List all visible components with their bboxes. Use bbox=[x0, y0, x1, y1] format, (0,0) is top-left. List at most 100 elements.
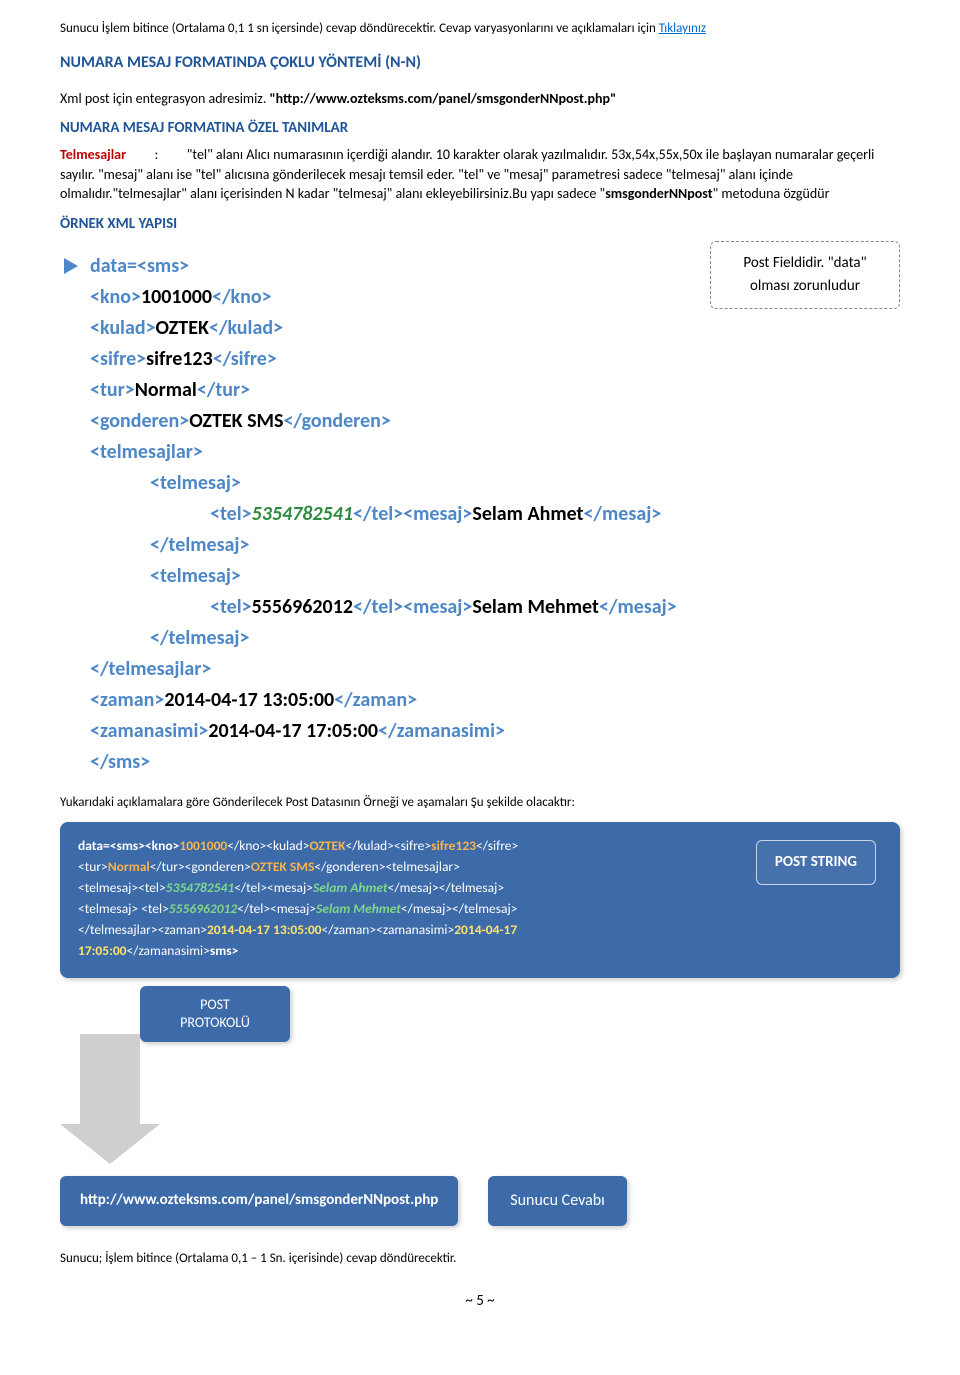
def-tail: " metoduna özgüdür bbox=[713, 185, 830, 202]
p: 5556962012 bbox=[169, 900, 237, 917]
xml: Selam Ahmet bbox=[472, 502, 583, 526]
xml: </telmesaj> bbox=[150, 626, 249, 650]
integration-line: Xml post için entegrasyon adresimiz. "ht… bbox=[60, 89, 900, 109]
p: 17:05:00 bbox=[78, 942, 127, 959]
p: </kno><kulad> bbox=[227, 837, 309, 854]
xml: </gonderen> bbox=[283, 409, 390, 433]
xml: </telmesajlar> bbox=[90, 657, 211, 681]
p: <telmesaj> <tel> bbox=[78, 900, 169, 917]
p: OZTEK SMS bbox=[251, 858, 315, 875]
callout-l1: Post Fieldidir. "data" bbox=[723, 252, 887, 275]
xml: </kulad> bbox=[209, 316, 283, 340]
footer-line: Sunucu; İşlem bitince (Ortalama 0,1 – 1 … bbox=[60, 1250, 900, 1268]
p: OZTEK bbox=[309, 837, 345, 854]
xml: <telmesaj> bbox=[150, 564, 241, 588]
p: sifre123 bbox=[431, 837, 476, 854]
xml: <telmesajlar> bbox=[90, 440, 203, 464]
p: <tur> bbox=[78, 858, 108, 875]
p: </kulad><sifre> bbox=[345, 837, 431, 854]
xml: OZTEK SMS bbox=[189, 409, 283, 433]
intro-line: Sunucu İşlem bitince (Ortalama 0,1 1 sn … bbox=[60, 20, 900, 38]
heading-defs: NUMARA MESAJ FORMATINA ÖZEL TANIMLAR bbox=[60, 118, 900, 139]
xml: 5354782541 bbox=[252, 502, 353, 526]
heading-format: NUMARA MESAJ FORMATINDA ÇOKLU YÖNTEMİ (N… bbox=[60, 52, 900, 74]
xml: </tel> bbox=[353, 502, 403, 526]
xml: </tel> bbox=[353, 595, 403, 619]
integration-url: "http://www.ozteksms.com/panel/smsgonder… bbox=[270, 90, 617, 107]
p: </mesaj></telmesaj> bbox=[388, 879, 504, 896]
p: data=<sms><kno> bbox=[78, 837, 179, 854]
p: </mesaj></telmesaj> bbox=[401, 900, 517, 917]
xml: <mesaj> bbox=[403, 595, 472, 619]
intro-link[interactable]: Tıklayınız bbox=[659, 21, 706, 36]
page-number: ~ 5 ~ bbox=[60, 1291, 900, 1312]
p: Selam Ahmet bbox=[313, 879, 388, 896]
xml: sifre123 bbox=[146, 347, 213, 371]
note-line: Yukarıdaki açıklamalara göre Gönderilece… bbox=[60, 794, 900, 812]
xml: data=<sms> bbox=[90, 254, 189, 278]
xml: 2014-04-17 13:05:00 bbox=[164, 688, 334, 712]
xml: <tel> bbox=[210, 502, 252, 526]
def-bold: smsgonderNNpost bbox=[605, 185, 712, 202]
server-reply-box: Sunucu Cevabı bbox=[488, 1176, 627, 1226]
xml: <tur> bbox=[90, 378, 135, 402]
xml: <zaman> bbox=[90, 688, 164, 712]
p: 2014-04-17 13:05:00 bbox=[207, 921, 322, 938]
def-sep: : bbox=[155, 146, 159, 163]
post-string-box: POST STRING data=<sms><kno>1001000</kno>… bbox=[60, 822, 900, 978]
endpoint-url-box: http://www.ozteksms.com/panel/smsgonderN… bbox=[60, 1176, 458, 1226]
xml: <tel> bbox=[210, 595, 252, 619]
xml: <gonderen> bbox=[90, 409, 189, 433]
xml: OZTEK bbox=[156, 316, 209, 340]
p: sms> bbox=[210, 942, 238, 959]
xml: Normal bbox=[135, 378, 197, 402]
p: </tur><gonderen> bbox=[150, 858, 251, 875]
xml-example: Post Fieldidir. "data" olması zorunludur… bbox=[90, 251, 900, 778]
definition-block: Telmesajlar : "tel" alanı Alıcı numarası… bbox=[60, 145, 900, 204]
xml: </sms> bbox=[90, 750, 150, 774]
bottom-row: http://www.ozteksms.com/panel/smsgonderN… bbox=[60, 1176, 900, 1226]
xml: <kulad> bbox=[90, 316, 156, 340]
p: </zamanasimi> bbox=[127, 942, 210, 959]
p: </sifre> bbox=[476, 837, 518, 854]
def-label: Telmesajlar bbox=[60, 146, 126, 163]
xml: Selam Mehmet bbox=[472, 595, 599, 619]
xml: <mesaj> bbox=[403, 502, 472, 526]
xml: 2014-04-17 17:05:00 bbox=[208, 719, 378, 743]
arrow-icon bbox=[64, 258, 78, 274]
xml: <zamanasimi> bbox=[90, 719, 208, 743]
p: Normal bbox=[108, 858, 150, 875]
intro-text: Sunucu İşlem bitince (Ortalama 0,1 1 sn … bbox=[60, 21, 659, 36]
xml: </tur> bbox=[197, 378, 250, 402]
p: </gonderen><telmesajlar> bbox=[314, 858, 459, 875]
xml: 1001000 bbox=[141, 285, 212, 309]
xml: </kno> bbox=[212, 285, 272, 309]
post-proto-l1: POST bbox=[140, 996, 290, 1014]
xml: </mesaj> bbox=[599, 595, 677, 619]
p: 2014-04-17 bbox=[454, 921, 517, 938]
p: 1001000 bbox=[179, 837, 227, 854]
xml: </zaman> bbox=[334, 688, 417, 712]
p: </telmesajlar><zaman> bbox=[78, 921, 207, 938]
integration-text: Xml post için entegrasyon adresimiz. bbox=[60, 90, 270, 107]
post-string-label: POST STRING bbox=[756, 840, 876, 885]
xml: </mesaj> bbox=[583, 502, 661, 526]
example-heading: ÖRNEK XML YAPISI bbox=[60, 214, 900, 235]
callout-l2: olması zorunludur bbox=[723, 275, 887, 298]
p: 5354782541 bbox=[166, 879, 234, 896]
down-arrow-icon bbox=[80, 1034, 900, 1164]
p: Selam Mehmet bbox=[316, 900, 401, 917]
callout-box: Post Fieldidir. "data" olması zorunludur bbox=[710, 241, 900, 310]
xml: </zamanasimi> bbox=[378, 719, 505, 743]
p: <telmesaj><tel> bbox=[78, 879, 166, 896]
xml: <kno> bbox=[90, 285, 141, 309]
xml: <telmesaj> bbox=[150, 471, 241, 495]
post-proto-l2: PROTOKOLÜ bbox=[140, 1014, 290, 1032]
xml: </sifre> bbox=[213, 347, 277, 371]
xml: </telmesaj> bbox=[150, 533, 249, 557]
p: </tel><mesaj> bbox=[237, 900, 316, 917]
p: </zaman><zamanasimi> bbox=[322, 921, 455, 938]
xml: 5556962012 bbox=[252, 595, 353, 619]
xml: <sifre> bbox=[90, 347, 146, 371]
p: </tel><mesaj> bbox=[234, 879, 313, 896]
